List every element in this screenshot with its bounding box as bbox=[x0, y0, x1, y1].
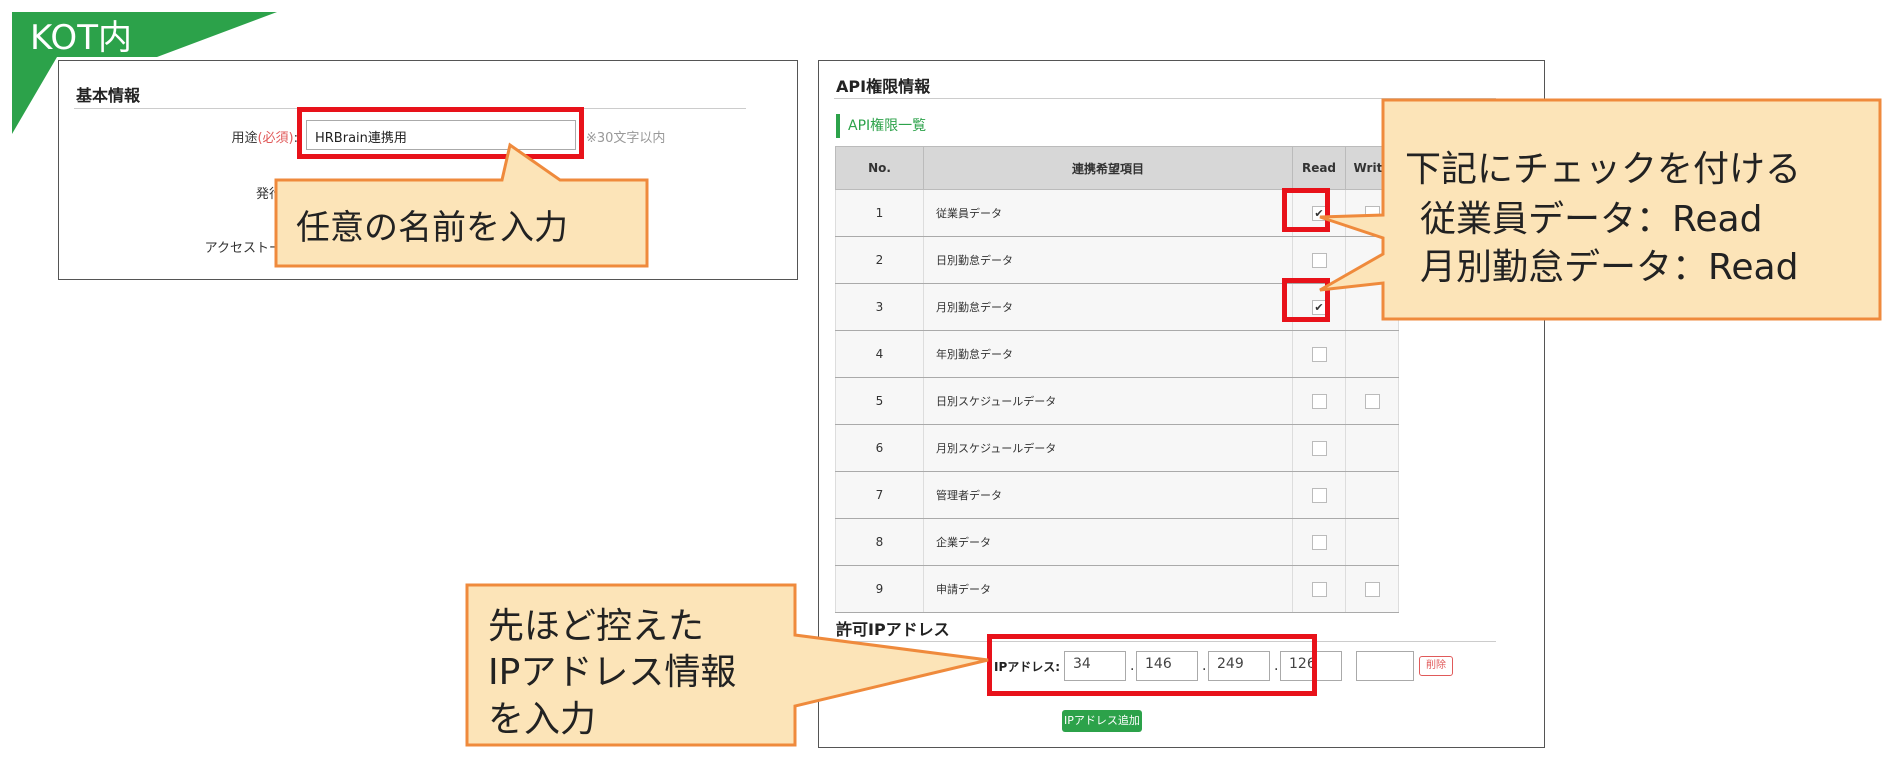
check-callout-line1: 下記にチェックを付ける bbox=[1405, 149, 1802, 190]
check-callout-line3: 月別勤怠データ：Read bbox=[1420, 247, 1799, 288]
ip-callout-line3: を入力 bbox=[488, 699, 597, 740]
ip-callout-line2: IPアドレス情報 bbox=[488, 652, 737, 693]
name-callout-text: 任意の名前を入力 bbox=[296, 208, 568, 248]
check-callout-line2: 従業員データ：Read bbox=[1420, 199, 1763, 240]
callout-shapes bbox=[274, 98, 1882, 747]
ip-callout-line1: 先ほど控えた bbox=[488, 606, 705, 647]
